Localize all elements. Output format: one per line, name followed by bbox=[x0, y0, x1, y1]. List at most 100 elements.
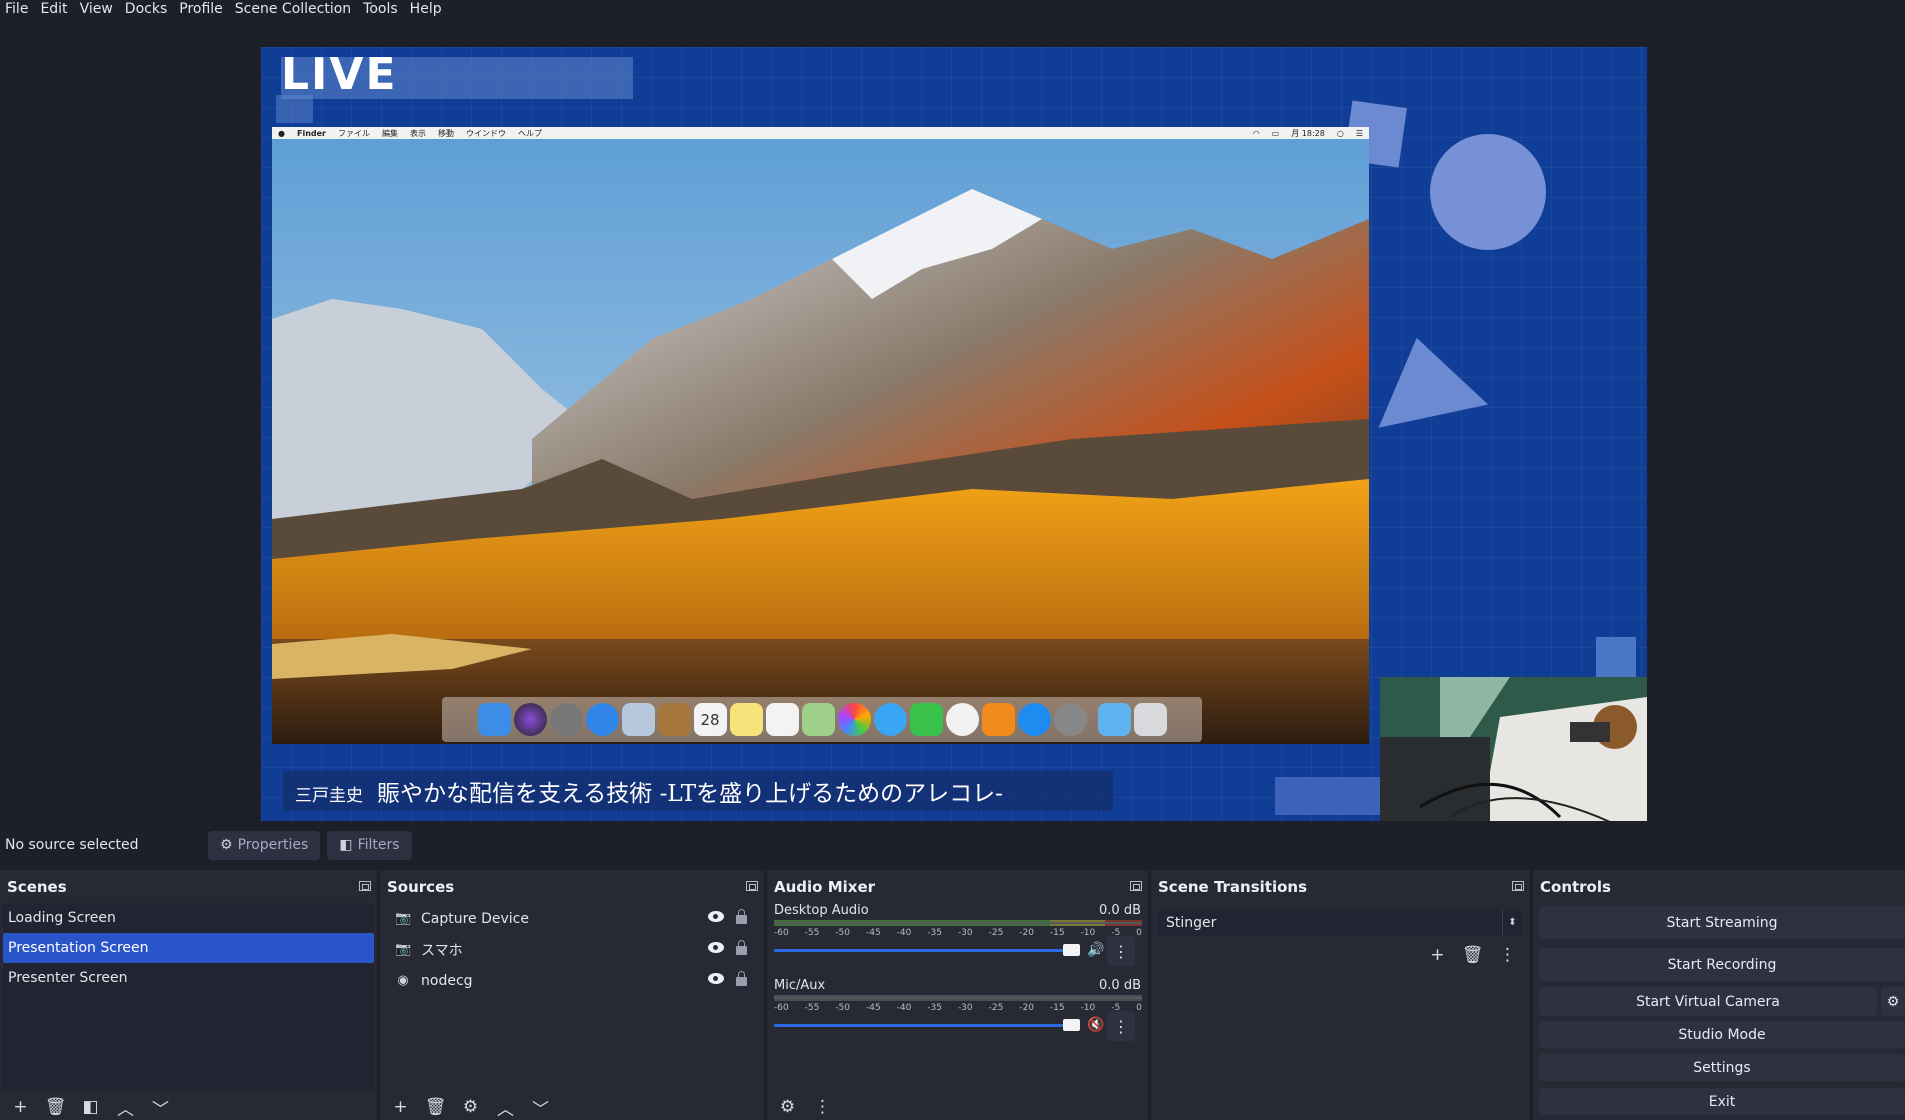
gear-icon: ⚙ bbox=[462, 1097, 479, 1117]
volume-meter bbox=[774, 920, 1142, 926]
scenes-dock: Scenes Loading Screen Presentation Scree… bbox=[0, 870, 377, 1120]
start-streaming-button[interactable]: Start Streaming bbox=[1539, 906, 1905, 939]
transition-menu-button[interactable]: ⋮ bbox=[1493, 942, 1522, 967]
scene-item-loading-screen[interactable]: Loading Screen bbox=[3, 903, 374, 933]
notes-icon bbox=[729, 703, 763, 736]
channel-menu-button[interactable]: ⋮ bbox=[1107, 936, 1135, 966]
itunes-icon bbox=[945, 703, 979, 736]
source-item-capture-device[interactable]: 📷 Capture Device bbox=[383, 903, 761, 934]
talk-title: 賑やかな配信を支える技術 -LTを盛り上げるためのアレコレ- bbox=[377, 781, 1003, 807]
move-scene-up-button[interactable]: ︿ bbox=[111, 1095, 140, 1120]
preview-area: LIVE ● Finder ファイル 編集 表示 移動 ウインドウ ヘルプ ◠ … bbox=[0, 18, 1905, 827]
visibility-eye-icon[interactable] bbox=[708, 911, 724, 922]
virtual-camera-settings-button[interactable]: ⚙ bbox=[1881, 987, 1905, 1016]
start-virtual-camera-button[interactable]: Start Virtual Camera bbox=[1539, 987, 1877, 1016]
move-source-up-button[interactable]: ︿ bbox=[491, 1095, 520, 1120]
webcam-image bbox=[1380, 677, 1647, 827]
mail-icon bbox=[621, 703, 655, 736]
chevron-down-icon: ﹀ bbox=[152, 1099, 169, 1120]
meter-ticks: -60 -55 -50 -45 -40 -35 -30 -25 -20 -15 -10 -5 0 bbox=[774, 928, 1142, 940]
maps-icon bbox=[801, 703, 835, 736]
undock-icon[interactable] bbox=[359, 881, 371, 891]
menu-tools[interactable]: Tools bbox=[358, 0, 405, 18]
system-preferences-icon bbox=[1053, 703, 1087, 736]
add-scene-button[interactable]: + bbox=[6, 1095, 35, 1120]
exit-button[interactable]: Exit bbox=[1539, 1088, 1905, 1115]
scene-filters-button[interactable]: ◧ bbox=[76, 1095, 105, 1120]
kebab-menu-icon: ⋮ bbox=[814, 1097, 831, 1117]
remove-transition-button[interactable]: 🗑 bbox=[1458, 942, 1487, 967]
wifi-icon: ◠ bbox=[1252, 128, 1260, 138]
muted-speaker-icon[interactable]: 🔇 bbox=[1087, 1017, 1104, 1033]
mixer-menu-button[interactable]: ⋮ bbox=[808, 1095, 837, 1120]
undock-icon[interactable] bbox=[1512, 881, 1524, 891]
camera-icon: 📷 bbox=[395, 911, 412, 926]
transition-selected-value: Stinger bbox=[1166, 914, 1217, 931]
scenes-title: Scenes bbox=[7, 877, 67, 896]
menu-profile[interactable]: Profile bbox=[174, 0, 230, 18]
menu-scene-collection[interactable]: Scene Collection bbox=[230, 0, 358, 18]
undock-icon[interactable] bbox=[1130, 881, 1142, 891]
menu-docks[interactable]: Docks bbox=[120, 0, 174, 18]
menu-view[interactable]: View bbox=[75, 0, 120, 18]
kebab-menu-icon: ⋮ bbox=[1499, 944, 1516, 965]
menu-help[interactable]: Help bbox=[405, 0, 449, 18]
properties-button[interactable]: ⚙ Properties bbox=[208, 830, 321, 860]
visibility-eye-icon[interactable] bbox=[708, 973, 724, 984]
menu-edit[interactable]: Edit bbox=[35, 0, 74, 18]
speaker-name: 三戸圭史 bbox=[295, 785, 363, 806]
settings-button[interactable]: Settings bbox=[1539, 1054, 1905, 1081]
speaker-icon[interactable]: 🔊 bbox=[1087, 942, 1104, 958]
remove-source-button[interactable]: 🗑 bbox=[421, 1095, 450, 1120]
lock-icon[interactable] bbox=[736, 971, 747, 986]
battery-icon: ▭ bbox=[1271, 128, 1280, 138]
gear-icon: ⚙ bbox=[1886, 993, 1900, 1010]
scene-item-presenter-screen[interactable]: Presenter Screen bbox=[3, 963, 374, 993]
move-scene-down-button[interactable]: ﹀ bbox=[146, 1095, 175, 1120]
camera-icon: 📷 bbox=[395, 942, 412, 957]
volume-slider[interactable] bbox=[774, 1019, 1080, 1031]
transition-toolbar: + 🗑 ⋮ bbox=[1151, 936, 1530, 967]
gears-icon: ⚙ bbox=[779, 1097, 796, 1117]
channel-menu-button[interactable]: ⋮ bbox=[1107, 1011, 1135, 1041]
plus-icon: + bbox=[1430, 944, 1445, 965]
undock-icon[interactable] bbox=[746, 881, 758, 891]
filter-icon: ◧ bbox=[82, 1097, 99, 1117]
start-recording-button[interactable]: Start Recording bbox=[1539, 948, 1905, 981]
tick: -50 bbox=[835, 928, 851, 938]
tick: -55 bbox=[804, 1003, 820, 1013]
filters-button[interactable]: ◧ Filters bbox=[327, 830, 412, 860]
controls-title: Controls bbox=[1540, 877, 1611, 896]
tick: -20 bbox=[1019, 928, 1034, 938]
sources-title: Sources bbox=[387, 877, 455, 896]
facetime-icon bbox=[909, 703, 943, 736]
source-item-nodecg[interactable]: ◉ nodecg bbox=[383, 965, 761, 996]
menu-file[interactable]: File bbox=[0, 0, 35, 18]
source-properties-button[interactable]: ⚙ bbox=[456, 1095, 485, 1120]
tick: 0 bbox=[1136, 1003, 1142, 1013]
add-transition-button[interactable]: + bbox=[1423, 942, 1452, 967]
audio-mixer-title: Audio Mixer bbox=[774, 877, 876, 896]
slider-handle[interactable] bbox=[1063, 1019, 1080, 1031]
studio-mode-button[interactable]: Studio Mode bbox=[1539, 1021, 1905, 1048]
advanced-audio-button[interactable]: ⚙ bbox=[773, 1095, 802, 1120]
transition-select[interactable]: Stinger ⬍ bbox=[1158, 909, 1522, 936]
mixer-toolbar: ⚙ ⋮ bbox=[767, 1094, 837, 1120]
move-source-down-button[interactable]: ﹀ bbox=[526, 1095, 555, 1120]
virtual-camera-row: Start Virtual Camera ⚙ bbox=[1533, 987, 1905, 1016]
visibility-eye-icon[interactable] bbox=[708, 942, 724, 953]
chevron-down-icon: ﹀ bbox=[532, 1099, 549, 1120]
filter-icon: ◧ bbox=[339, 837, 353, 853]
lock-icon[interactable] bbox=[736, 909, 747, 924]
source-item-sumaho[interactable]: 📷 スマホ bbox=[383, 934, 761, 965]
preview-canvas[interactable]: LIVE ● Finder ファイル 編集 表示 移動 ウインドウ ヘルプ ◠ … bbox=[261, 47, 1647, 827]
captured-desktop: ● Finder ファイル 編集 表示 移動 ウインドウ ヘルプ ◠ ▭ 月 1… bbox=[272, 127, 1369, 744]
spotlight-icon: ○ bbox=[1336, 128, 1344, 138]
decor-triangle bbox=[1361, 326, 1489, 428]
volume-slider[interactable] bbox=[774, 944, 1080, 956]
slider-handle[interactable] bbox=[1063, 944, 1080, 956]
remove-scene-button[interactable]: 🗑 bbox=[41, 1095, 70, 1120]
scene-item-presentation-screen[interactable]: Presentation Screen bbox=[3, 933, 374, 963]
add-source-button[interactable]: + bbox=[386, 1095, 415, 1120]
lock-icon[interactable] bbox=[736, 940, 747, 955]
